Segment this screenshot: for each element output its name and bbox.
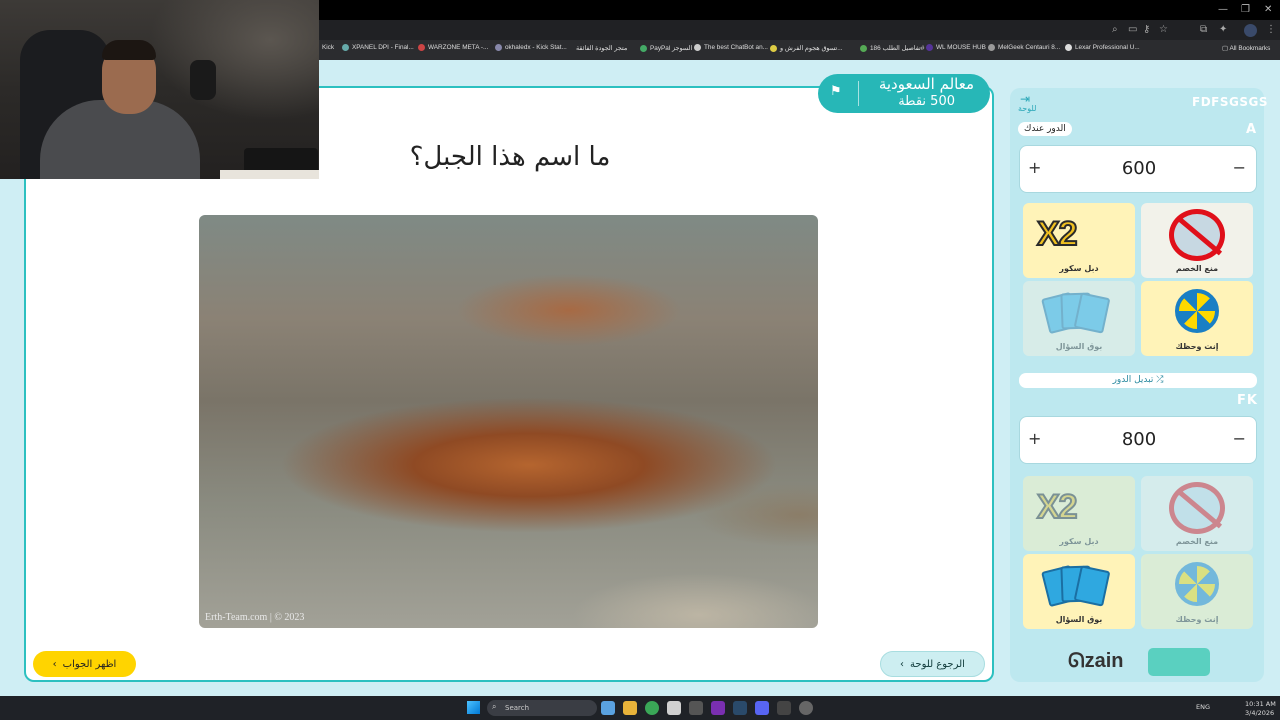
app-icon[interactable]	[777, 701, 791, 715]
bookmark-item[interactable]: Kick	[322, 44, 334, 51]
app-icon[interactable]	[689, 701, 703, 715]
aid-block-opponent[interactable]: منع الخصم	[1141, 476, 1253, 551]
team-b-score-box: + 800 −	[1019, 416, 1257, 464]
x2-icon: X2	[1036, 487, 1079, 527]
aid-double-score[interactable]: X2 دبل سكور	[1023, 476, 1135, 551]
taskbar-search[interactable]: Search	[487, 700, 597, 716]
menu-icon[interactable]: ⋮	[1266, 24, 1276, 35]
cast-icon[interactable]: ▭	[1128, 24, 1137, 35]
badge-divider	[858, 81, 859, 106]
image-credit: Erth-Team.com | © 2023	[205, 612, 305, 623]
team-a-score: 600	[1121, 158, 1157, 179]
shuffle-icon: ⤮	[1156, 375, 1164, 385]
team-a-letter: A	[1246, 122, 1257, 137]
close-icon[interactable]: ✕	[1264, 4, 1272, 15]
webcam-overlay	[0, 0, 319, 179]
maximize-icon[interactable]: ❐	[1241, 4, 1250, 15]
chrome-icon[interactable]	[645, 701, 659, 715]
bookmark-item[interactable]: The best ChatBot an...	[694, 44, 768, 51]
aid-question-horn[interactable]: بوق السؤال	[1023, 554, 1135, 629]
team-a-score-box: + 600 −	[1019, 145, 1257, 193]
steam-icon[interactable]	[733, 701, 747, 715]
board-link[interactable]: للوحة	[1018, 104, 1036, 113]
aid-luck-wheel[interactable]: إنت وحظك	[1141, 281, 1253, 356]
team-b-name: FK	[1237, 393, 1258, 408]
x2-icon: X2	[1036, 214, 1079, 254]
app-icon[interactable]	[799, 701, 813, 715]
all-bookmarks[interactable]: ▢ All Bookmarks	[1222, 44, 1270, 52]
aid-question-horn[interactable]: بوق السؤال	[1023, 281, 1135, 356]
bookmark-item[interactable]: WL MOUSE HUB	[926, 44, 986, 51]
bookmark-item[interactable]: Lexar Professional U...	[1065, 44, 1140, 51]
discord-icon[interactable]	[755, 701, 769, 715]
clock-date[interactable]: 3/4/2026	[1245, 709, 1274, 717]
question-text: ما اسم هذا الجبل؟	[409, 142, 611, 172]
aid-block-opponent[interactable]: منع الخصم	[1141, 203, 1253, 278]
show-answer-button[interactable]: ‹ اظهر الجواب	[33, 651, 136, 677]
chevron-left-icon: ‹	[52, 658, 57, 670]
bookmark-item[interactable]: تفاصيل الطلب 186#	[860, 44, 924, 52]
search-icon: ⌕	[492, 702, 497, 711]
team-b-score: 800	[1121, 429, 1157, 450]
zain-logo: ᘏzain	[1068, 650, 1124, 672]
question-image	[199, 215, 818, 628]
profile-avatar[interactable]	[1244, 24, 1257, 37]
windows-start-icon[interactable]	[467, 701, 480, 714]
cards-icon	[1039, 291, 1111, 335]
app-icon[interactable]	[711, 701, 725, 715]
category-badge: ⚑ معالم السعودية 500 نقطة	[818, 74, 990, 113]
search-icon[interactable]: ⌕	[1112, 24, 1118, 35]
chevron-left-icon: ‹	[900, 658, 905, 670]
key-icon[interactable]: ⚷	[1143, 24, 1150, 35]
back-to-board-button[interactable]: ‹ الرجوع للوحة	[880, 651, 985, 677]
decrease-score-button[interactable]: −	[1233, 158, 1246, 177]
puzzle-icon[interactable]: ✦	[1219, 24, 1227, 35]
bookmark-item[interactable]: متجر الجودة الفائقة	[576, 44, 627, 52]
switch-turn-button[interactable]: ⤮ تبديل الدور	[1019, 373, 1257, 388]
decrease-score-button[interactable]: −	[1233, 429, 1246, 448]
team-a-name: FDFSGSGS	[1192, 95, 1268, 109]
star-icon[interactable]: ☆	[1159, 24, 1168, 35]
language-indicator[interactable]: ENG	[1196, 703, 1210, 711]
wheel-icon	[1175, 562, 1219, 606]
minimize-icon[interactable]: —	[1218, 4, 1228, 15]
extensions-icon[interactable]: ⧉	[1200, 24, 1207, 35]
bookmark-item[interactable]: MelGeek Centauri 8...	[988, 44, 1060, 51]
turn-indicator: الدور عندك	[1018, 122, 1072, 136]
copilot-icon[interactable]	[601, 701, 615, 715]
brand-logo	[1148, 648, 1210, 676]
clock-time[interactable]: 10:31 AM	[1245, 700, 1276, 708]
aid-double-score[interactable]: X2 دبل سكور	[1023, 203, 1135, 278]
bookmark-item[interactable]: PayPal السوجز	[640, 44, 692, 52]
aid-luck-wheel[interactable]: إنت وحظك	[1141, 554, 1253, 629]
flag-icon: ⚑	[830, 84, 842, 99]
bookmark-item[interactable]: okhaledx - Kick Stat...	[495, 44, 567, 51]
bookmark-item[interactable]: تسوق هجوم الفرش و...	[770, 44, 843, 52]
cards-icon	[1039, 564, 1111, 608]
bookmark-item[interactable]: WARZONE META -...	[418, 44, 488, 51]
file-explorer-icon[interactable]	[623, 701, 637, 715]
bookmark-item[interactable]: XPANEL DPI - Final...	[342, 44, 414, 51]
store-icon[interactable]	[667, 701, 681, 715]
wheel-icon	[1175, 289, 1219, 333]
microphone	[190, 60, 216, 100]
category-points: 500 نقطة	[898, 94, 955, 109]
category-name: معالم السعودية	[878, 75, 974, 93]
windows-taskbar	[0, 696, 1280, 720]
